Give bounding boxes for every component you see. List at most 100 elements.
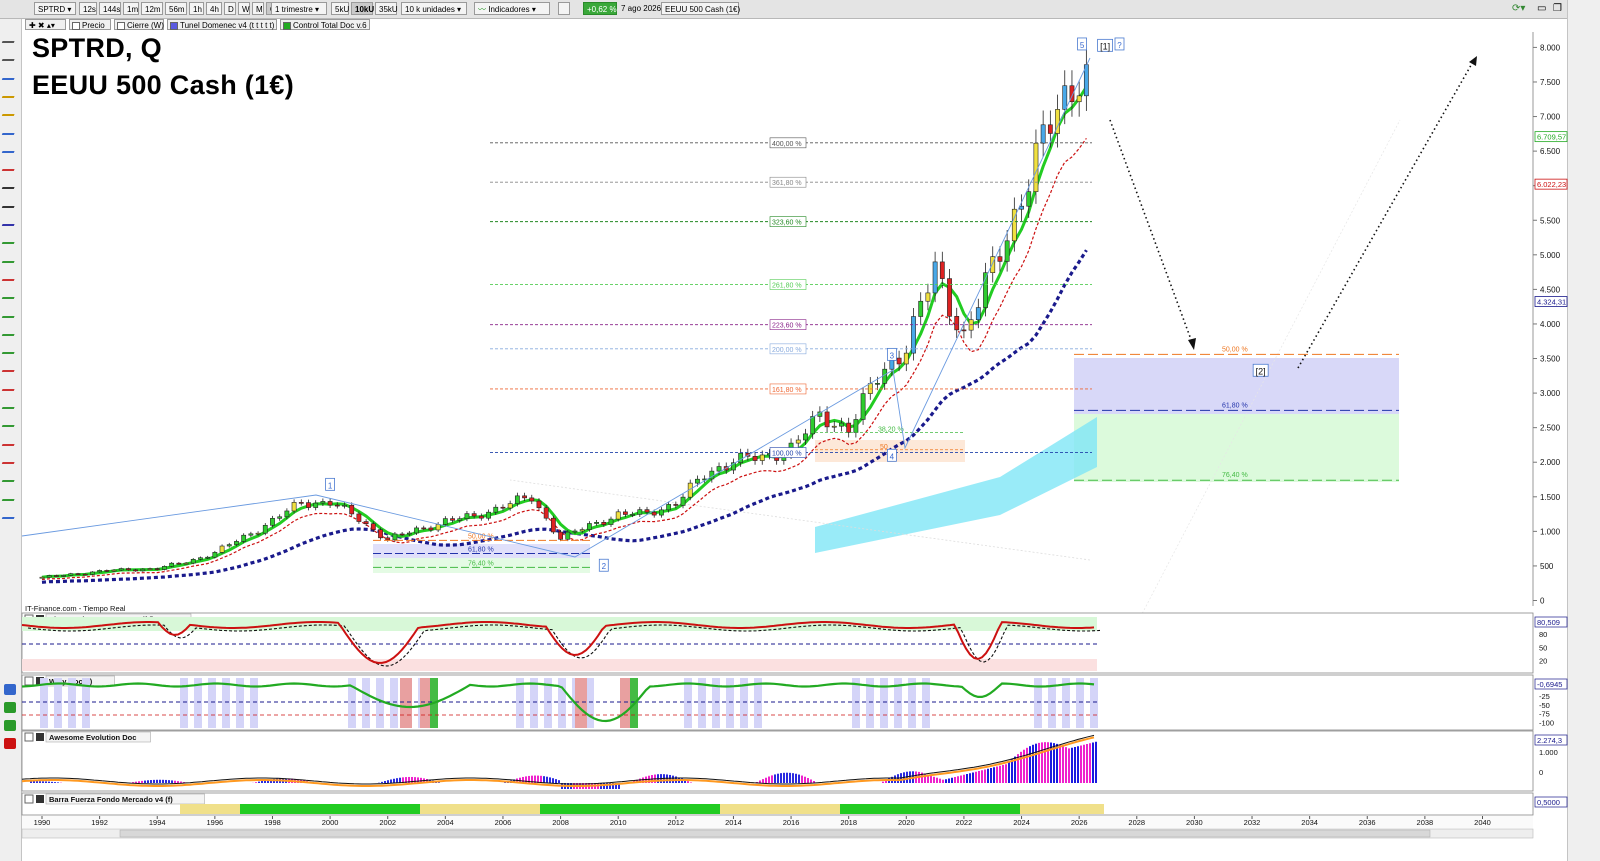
time-tick-label: 2010 (610, 818, 627, 827)
candle-body (630, 514, 636, 516)
awesome-bar (948, 778, 950, 783)
awesome-bar (393, 778, 395, 783)
awesome-bar (942, 779, 944, 783)
candle-body (997, 256, 1003, 262)
time-tick-label: 1990 (34, 818, 51, 827)
awesome-bar (807, 778, 809, 783)
time-tick-label: 1998 (264, 818, 281, 827)
panel-menu-icon (36, 795, 44, 803)
willy-bar (908, 678, 916, 728)
panel-menu-icon (36, 733, 44, 741)
strength-bar (636, 804, 648, 814)
candle-body (414, 527, 419, 534)
right-scroll-bar[interactable] (1567, 0, 1600, 861)
panel-tick-label: 50 (1539, 643, 1547, 652)
awesome-bar (546, 776, 548, 783)
panel-tick-label: 80 (1539, 630, 1547, 639)
awesome-bar (939, 778, 941, 783)
fib-2008-label: 76,40 % (468, 560, 494, 567)
candle-body (1076, 95, 1082, 103)
price-tag-label: 6.709,57 (1537, 133, 1566, 142)
trend-zone-red (22, 659, 1097, 671)
strength-bar (444, 804, 456, 814)
fib-retracement-label: 50,00 % (1222, 346, 1248, 353)
awesome-bar (804, 776, 806, 783)
candle-body (903, 352, 909, 365)
price-tick-label: 6.500 (1540, 147, 1561, 156)
strength-bar (804, 804, 816, 814)
time-tick-label: 2038 (1417, 818, 1434, 827)
candle-body (46, 575, 52, 578)
awesome-bar (135, 781, 137, 783)
awesome-bar (930, 776, 932, 783)
candle-body (349, 504, 355, 515)
candle-body (1047, 124, 1053, 134)
candle-body (810, 416, 816, 435)
candle-body (673, 504, 679, 506)
awesome-bar (1089, 743, 1091, 783)
strength-bar (396, 804, 408, 814)
candle-body (925, 292, 931, 302)
awesome-bar (147, 780, 149, 783)
panel-close-icon (24, 676, 34, 686)
price-tag-label: 6.022,23 (1537, 180, 1566, 189)
awesome-bar (42, 781, 44, 783)
candle-body (695, 478, 700, 484)
strength-bar (924, 804, 936, 814)
strength-bar (216, 804, 228, 814)
candle-body (586, 523, 592, 530)
panel-tick-label: -75 (1539, 710, 1550, 719)
awesome-bar (1041, 742, 1043, 783)
strength-bar (840, 804, 852, 814)
candle-body (911, 316, 916, 354)
time-tick-label: 2020 (898, 818, 915, 827)
candle-body (738, 452, 744, 463)
strength-bar (324, 804, 336, 814)
awesome-bar (1005, 764, 1007, 783)
strength-bar (300, 804, 312, 814)
candle-body (493, 506, 499, 513)
strength-bar (1068, 804, 1080, 814)
candle-body (442, 518, 448, 525)
time-tick-label: 2024 (1013, 818, 1030, 827)
strength-bar (456, 804, 468, 814)
awesome-bar (963, 774, 965, 783)
price-tick-label: 1.000 (1540, 527, 1561, 536)
candle-body (385, 537, 391, 541)
awesome-bar (969, 773, 971, 783)
time-tick-label: 2028 (1128, 818, 1145, 827)
candle-body (39, 576, 45, 579)
fib-extension-label: 100,00 % (772, 451, 802, 458)
time-tick-label: 2040 (1474, 818, 1491, 827)
candle-body (435, 524, 441, 531)
strength-bar (900, 804, 912, 814)
awesome-bar (156, 779, 158, 783)
awesome-bar (174, 780, 176, 783)
awesome-bar (999, 765, 1001, 783)
fib-extension-label: 400,00 % (772, 141, 802, 148)
candle-body (54, 575, 59, 577)
awesome-bar (1023, 749, 1025, 783)
candle-body (190, 559, 196, 564)
candle-body (1062, 85, 1068, 110)
awesome-bar (1002, 765, 1004, 783)
awesome-bar (168, 780, 170, 783)
time-tick-label: 2022 (956, 818, 973, 827)
strength-bar (552, 804, 564, 814)
candle-body (803, 433, 808, 441)
price-tick-label: 0 (1540, 597, 1545, 606)
willy-bar (684, 678, 692, 728)
awesome-bar (51, 781, 53, 783)
awesome-bar (1065, 747, 1067, 783)
candle-body (428, 527, 434, 531)
willy-bar (54, 678, 62, 728)
willy-bar (1076, 678, 1084, 728)
strength-bar (672, 804, 684, 814)
candle-body (716, 466, 722, 472)
awesome-bar (1074, 747, 1076, 783)
candle-body (457, 518, 463, 521)
awesome-bar (36, 781, 38, 783)
awesome-bar (1071, 747, 1073, 783)
candle-body (500, 506, 506, 509)
price-tick-label: 2.500 (1540, 424, 1561, 433)
